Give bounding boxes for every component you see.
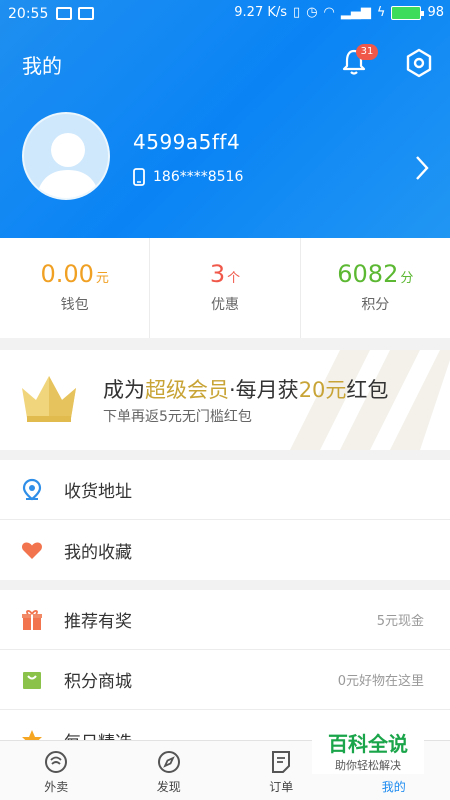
shopping-bag-icon <box>23 671 41 689</box>
notification-icon <box>56 7 72 20</box>
status-time: 20:55 <box>8 6 49 22</box>
stat-value: 6082 <box>337 260 399 288</box>
phone-icon <box>133 168 145 186</box>
stat-unit: 元 <box>95 271 109 286</box>
notification-badge: 31 <box>356 44 378 60</box>
menu-group-rewards: 推荐有奖 5元现金 积分商城 0元好物在这里 每日精选 <box>0 590 450 740</box>
takeout-icon <box>45 751 68 773</box>
stat-coupons[interactable]: 3个 优惠 <box>150 238 301 338</box>
tab-takeout[interactable]: 外卖 <box>0 741 113 800</box>
menu-group-address: 收货地址 我的收藏 <box>0 460 450 580</box>
charging-icon: ϟ <box>376 5 386 20</box>
gear-icon[interactable] <box>404 48 434 78</box>
compass-icon <box>157 751 180 773</box>
location-icon <box>22 478 42 500</box>
page-title: 我的 <box>22 54 62 78</box>
order-icon <box>272 751 291 773</box>
menu-item-label: 收货地址 <box>64 482 132 502</box>
banner-title: 成为超级会员·每月获20元红包 <box>103 378 389 402</box>
stat-label: 优惠 <box>210 297 239 313</box>
watermark-subtitle: 助你轻松解决 <box>335 759 401 772</box>
menu-item-referral[interactable]: 推荐有奖 5元现金 <box>0 590 450 650</box>
avatar[interactable] <box>22 112 110 200</box>
star-icon <box>22 730 42 740</box>
network-speed: 9.27 K/s <box>234 5 288 20</box>
menu-item-label: 积分商城 <box>64 672 132 692</box>
crown-icon <box>22 376 76 422</box>
menu-item-favorites[interactable]: 我的收藏 <box>0 520 450 580</box>
image-icon <box>78 7 94 20</box>
tab-label: 我的 <box>381 780 406 794</box>
stat-value: 0.00 <box>40 260 94 288</box>
menu-item-label: 推荐有奖 <box>64 612 132 632</box>
banner-subtitle: 下单再返5元无门槛红包 <box>103 409 252 425</box>
signal-icon: ▂▄▆ <box>340 5 371 20</box>
watermark-title: 百科全说 <box>328 732 408 756</box>
tab-discover[interactable]: 发现 <box>113 741 226 800</box>
alarm-icon: ◷ <box>306 5 318 20</box>
tab-label: 发现 <box>156 780 181 794</box>
menu-item-address[interactable]: 收货地址 <box>0 460 450 520</box>
username: 4599a5ff4 <box>133 130 241 154</box>
heart-icon <box>22 542 42 559</box>
menu-item-hint: 0元好物在这里 <box>337 674 424 689</box>
stat-value: 3 <box>209 260 226 288</box>
default-avatar-icon <box>36 133 100 198</box>
battery-level: 98 <box>427 5 444 20</box>
stat-label: 钱包 <box>60 297 89 313</box>
chevron-right-icon[interactable] <box>412 153 432 183</box>
menu-item-hint: 5元现金 <box>376 614 424 629</box>
menu-item-points-mall[interactable]: 积分商城 0元好物在这里 <box>0 650 450 710</box>
account-stats: 0.00 元 钱包 3个 优惠 6082 分 积分 <box>0 238 450 338</box>
phone-number: 186****8516 <box>153 169 244 185</box>
gift-icon <box>22 609 42 630</box>
stat-unit: 个 <box>227 271 241 286</box>
status-bar: 20:55 9.27 K/s ▯ ◷ ◠ ▂▄▆ ϟ 98 <box>0 0 450 30</box>
menu-item-label: 每日精选 <box>64 728 132 741</box>
battery-icon <box>391 5 425 20</box>
menu-item-label: 我的收藏 <box>64 542 132 563</box>
vip-banner[interactable]: 成为超级会员·每月获20元红包 下单再返5元无门槛红包 <box>0 350 450 450</box>
tab-label: 外卖 <box>44 780 69 794</box>
profile-header: 20:55 9.27 K/s ▯ ◷ ◠ ▂▄▆ ϟ 98 我的 31 4599… <box>0 0 450 238</box>
stat-points[interactable]: 6082 分 积分 <box>301 238 450 338</box>
wifi-icon: ◠ <box>323 5 335 20</box>
tab-label: 订单 <box>269 780 294 794</box>
stat-unit: 分 <box>400 271 414 286</box>
stat-label: 积分 <box>361 297 390 313</box>
watermark: 百科全说 助你轻松解决 <box>312 724 424 774</box>
vibrate-icon: ▯ <box>293 5 301 20</box>
stat-wallet[interactable]: 0.00 元 钱包 <box>0 238 151 338</box>
